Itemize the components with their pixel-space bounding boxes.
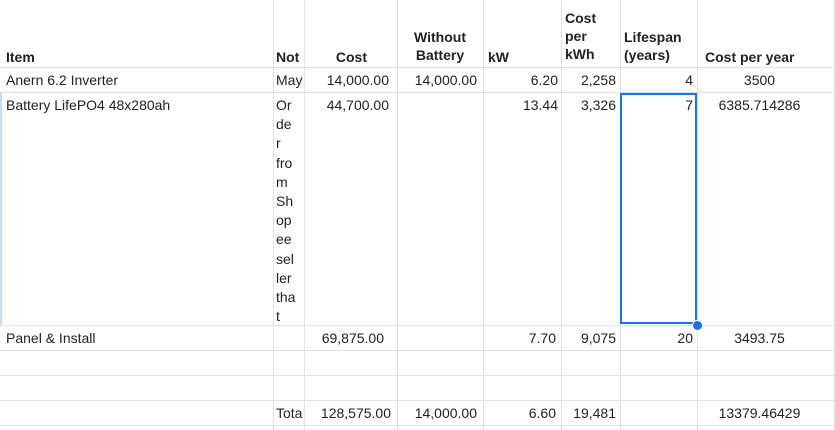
row-divider bbox=[0, 425, 835, 426]
column-divider bbox=[397, 0, 398, 430]
cell-cost-per-year[interactable]: 3500 bbox=[697, 72, 822, 88]
cell-cost[interactable]: 69,875.00 bbox=[304, 330, 384, 346]
header-without-battery[interactable]: Without Battery bbox=[397, 28, 483, 64]
column-divider bbox=[561, 0, 562, 430]
cell-lifespan[interactable]: 4 bbox=[620, 72, 693, 88]
cell-lifespan[interactable]: 20 bbox=[620, 330, 693, 346]
row-divider bbox=[0, 67, 835, 68]
totals-label[interactable]: Tota bbox=[276, 405, 304, 421]
totals-cost-per-kwh[interactable]: 19,481 bbox=[561, 405, 616, 421]
header-cost-per-year[interactable]: Cost per year bbox=[705, 48, 833, 66]
column-divider bbox=[697, 0, 698, 430]
cell-cost-per-kwh[interactable]: 2,258 bbox=[561, 72, 616, 88]
cell-item[interactable]: Battery LifePO4 48x280ah bbox=[6, 97, 271, 113]
cell-item[interactable]: Anern 6.2 Inverter bbox=[6, 72, 271, 88]
header-cost[interactable]: Cost bbox=[304, 48, 367, 66]
totals-kw[interactable]: 6.60 bbox=[483, 405, 556, 421]
cell-cost-per-year[interactable]: 3493.75 bbox=[697, 330, 822, 346]
cell-kw[interactable]: 13.44 bbox=[483, 97, 558, 113]
cell-cost-per-kwh[interactable]: 3,326 bbox=[561, 97, 616, 113]
totals-cost-per-year[interactable]: 13379.46429 bbox=[697, 405, 822, 421]
totals-without-battery[interactable]: 14,000.00 bbox=[397, 405, 477, 421]
cell-kw[interactable]: 7.70 bbox=[483, 330, 556, 346]
row-divider bbox=[0, 400, 835, 401]
cell-notes[interactable]: Or de r fro m Sh op ee sel ler tha t bbox=[276, 96, 304, 326]
column-divider bbox=[483, 0, 484, 430]
header-kw[interactable]: kW bbox=[488, 48, 528, 66]
cell-notes[interactable]: May bbox=[276, 72, 304, 88]
row-divider bbox=[0, 375, 835, 376]
fill-handle[interactable] bbox=[692, 320, 703, 331]
cell-cost-per-year[interactable]: 6385.714286 bbox=[697, 97, 822, 113]
cell-kw[interactable]: 6.20 bbox=[483, 72, 558, 88]
cell-cost-per-kwh[interactable]: 9,075 bbox=[561, 330, 616, 346]
header-cost-per-kwh[interactable]: Cost per kWh bbox=[565, 9, 620, 63]
cell-cost[interactable]: 44,700.00 bbox=[304, 97, 389, 113]
cell-without-battery[interactable]: 14,000.00 bbox=[397, 72, 477, 88]
row-divider bbox=[0, 325, 835, 326]
column-divider bbox=[273, 0, 274, 430]
totals-cost[interactable]: 128,575.00 bbox=[304, 405, 391, 421]
row-divider bbox=[0, 350, 835, 351]
cell-cost[interactable]: 14,000.00 bbox=[304, 72, 389, 88]
header-item[interactable]: Item bbox=[6, 48, 266, 66]
selected-cell-outline[interactable] bbox=[620, 93, 697, 324]
row-highlight bbox=[0, 92, 2, 325]
header-notes[interactable]: Not bbox=[276, 48, 304, 66]
row-divider bbox=[0, 92, 835, 93]
cell-item[interactable]: Panel & Install bbox=[6, 330, 271, 346]
header-lifespan[interactable]: Lifespan (years) bbox=[624, 28, 696, 64]
